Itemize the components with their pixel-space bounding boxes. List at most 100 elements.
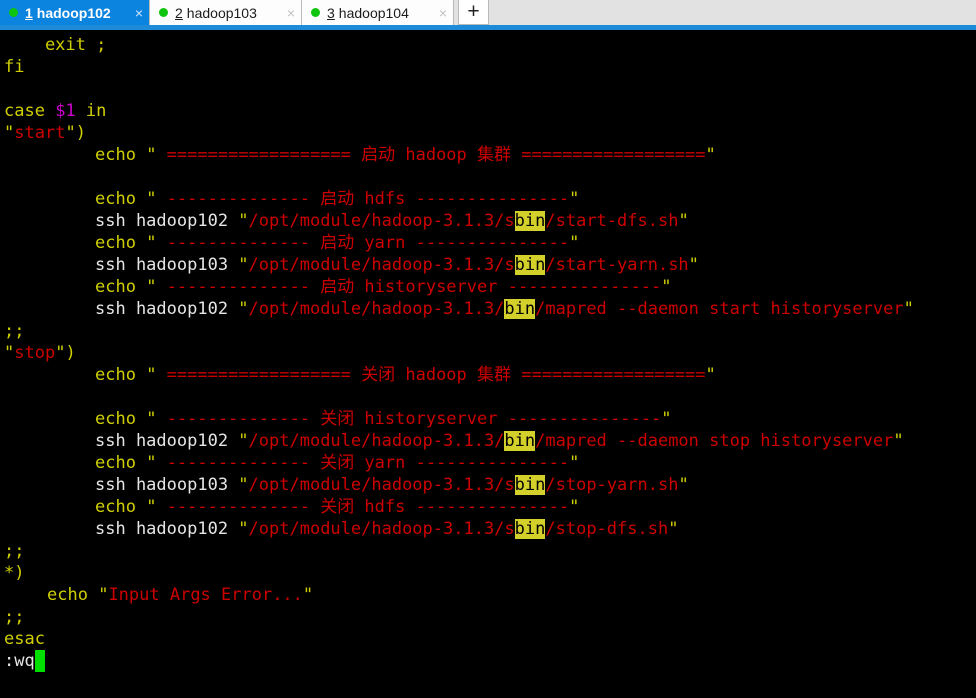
code-token: ssh hadoop103 xyxy=(95,475,239,495)
shell-variable: $1 xyxy=(55,101,76,121)
vim-command-line[interactable]: :wq xyxy=(0,650,976,672)
code-line: echo " -------------- 关闭 hdfs ----------… xyxy=(0,496,976,518)
code-line: ;; xyxy=(0,606,976,628)
code-token: -------------- 启动 hdfs --------------- xyxy=(156,189,570,209)
quote-char: " xyxy=(678,211,689,231)
code-token: /mapred --daemon start historyserver xyxy=(535,299,904,319)
close-icon[interactable]: × xyxy=(287,6,295,20)
code-line: case $1 in xyxy=(0,100,976,122)
tab-status-dot xyxy=(311,8,320,17)
code-line: ssh hadoop103 "/opt/module/hadoop-3.1.3/… xyxy=(0,474,976,496)
search-highlight: bin xyxy=(514,519,546,539)
terminal-screen[interactable]: exit ; fi case $1 in "start") echo " ===… xyxy=(0,30,976,693)
tab-index: 1 xyxy=(25,4,33,21)
quote-char: " xyxy=(668,519,679,539)
code-token: exit ; xyxy=(4,35,107,55)
tab-bar-filler xyxy=(489,0,976,25)
quote-char: " xyxy=(98,585,109,605)
code-token: start xyxy=(14,123,66,143)
code-line: echo " -------------- 启动 yarn ----------… xyxy=(0,232,976,254)
code-token: in xyxy=(75,101,107,121)
code-token: esac xyxy=(4,629,45,649)
code-token: /opt/module/hadoop-3.1.3/s xyxy=(248,519,515,539)
code-line: ssh hadoop103 "/opt/module/hadoop-3.1.3/… xyxy=(0,254,976,276)
quote-char: " xyxy=(705,145,716,165)
code-token: /start-yarn.sh xyxy=(545,255,689,275)
quote-char: " xyxy=(238,475,249,495)
code-token: -------------- 启动 yarn --------------- xyxy=(156,233,570,253)
code-token: ssh hadoop103 xyxy=(95,255,239,275)
quote-char: " xyxy=(146,409,157,429)
code-token: echo xyxy=(95,277,147,297)
tab-hadoop104[interactable]: 3 hadoop104 × xyxy=(302,0,454,25)
quote-char: " xyxy=(569,189,580,209)
code-line: fi xyxy=(0,56,976,78)
quote-char: " xyxy=(238,519,249,539)
code-line: echo " -------------- 关闭 yarn ----------… xyxy=(0,452,976,474)
quote-char: " xyxy=(238,255,249,275)
quote-char: " xyxy=(146,189,157,209)
tab-label: hadoop104 xyxy=(338,4,409,21)
code-line: ssh hadoop102 "/opt/module/hadoop-3.1.3/… xyxy=(0,210,976,232)
tab-index: 2 xyxy=(175,4,183,21)
quote-char: " xyxy=(661,409,672,429)
tab-hadoop103[interactable]: 2 hadoop103 × xyxy=(150,0,302,25)
quote-char: " xyxy=(238,431,249,451)
new-tab-button[interactable]: + xyxy=(458,0,489,25)
quote-char: " xyxy=(678,475,689,495)
code-line: "start") xyxy=(0,122,976,144)
code-line: ssh hadoop102 "/opt/module/hadoop-3.1.3/… xyxy=(0,518,976,540)
code-token: echo xyxy=(95,365,147,385)
quote-char: " xyxy=(569,233,580,253)
quote-char: " xyxy=(569,497,580,517)
code-token: ) xyxy=(75,123,86,143)
quote-char: " xyxy=(65,123,76,143)
command-text: :wq xyxy=(4,651,35,671)
code-token: /stop-yarn.sh xyxy=(545,475,679,495)
code-token: -------------- 关闭 yarn --------------- xyxy=(156,453,570,473)
code-line: echo " -------------- 启动 hdfs ----------… xyxy=(0,188,976,210)
quote-char: " xyxy=(146,233,157,253)
code-line: echo " -------------- 关闭 historyserver -… xyxy=(0,408,976,430)
code-token: echo xyxy=(95,453,147,473)
close-icon[interactable]: × xyxy=(135,6,143,20)
code-line: ssh hadoop102 "/opt/module/hadoop-3.1.3/… xyxy=(0,430,976,452)
code-token: ssh hadoop102 xyxy=(95,519,239,539)
code-line: echo " ================== 启动 hadoop 集群 =… xyxy=(0,144,976,166)
code-line: esac xyxy=(0,628,976,650)
code-token: /opt/module/hadoop-3.1.3/s xyxy=(248,475,515,495)
code-token: echo xyxy=(95,497,147,517)
code-line: ;; xyxy=(0,320,976,342)
code-token: /stop-dfs.sh xyxy=(545,519,669,539)
quote-char: " xyxy=(146,453,157,473)
text-cursor xyxy=(34,650,45,672)
tab-hadoop102[interactable]: 1 hadoop102 × xyxy=(0,0,150,25)
code-token: Input Args Error... xyxy=(108,585,303,605)
code-line: *) xyxy=(0,562,976,584)
code-line: echo " -------------- 启动 historyserver -… xyxy=(0,276,976,298)
code-token: /opt/module/hadoop-3.1.3/ xyxy=(248,299,505,319)
code-token: ================== 启动 hadoop 集群 ========… xyxy=(156,145,706,165)
code-token: ssh hadoop102 xyxy=(95,211,239,231)
quote-char: " xyxy=(302,585,314,605)
close-icon[interactable]: × xyxy=(439,6,447,20)
code-token: -------------- 关闭 historyserver --------… xyxy=(156,409,662,429)
code-line: "stop") xyxy=(0,342,976,364)
code-token: /mapred --daemon stop historyserver xyxy=(535,431,894,451)
quote-char: " xyxy=(893,431,904,451)
quote-char: " xyxy=(55,343,66,363)
code-token: fi xyxy=(4,57,25,77)
code-token: /opt/module/hadoop-3.1.3/s xyxy=(248,255,515,275)
code-token: ssh hadoop102 xyxy=(95,299,239,319)
quote-char: " xyxy=(903,299,914,319)
code-token: echo xyxy=(95,409,147,429)
code-line: exit ; xyxy=(0,34,976,56)
tab-index: 3 xyxy=(327,4,335,21)
search-highlight: bin xyxy=(504,299,536,319)
code-line: echo "Input Args Error..." xyxy=(0,584,976,606)
code-token: -------------- 关闭 hdfs --------------- xyxy=(156,497,570,517)
code-token: echo xyxy=(47,585,99,605)
code-token: /opt/module/hadoop-3.1.3/ xyxy=(248,431,505,451)
